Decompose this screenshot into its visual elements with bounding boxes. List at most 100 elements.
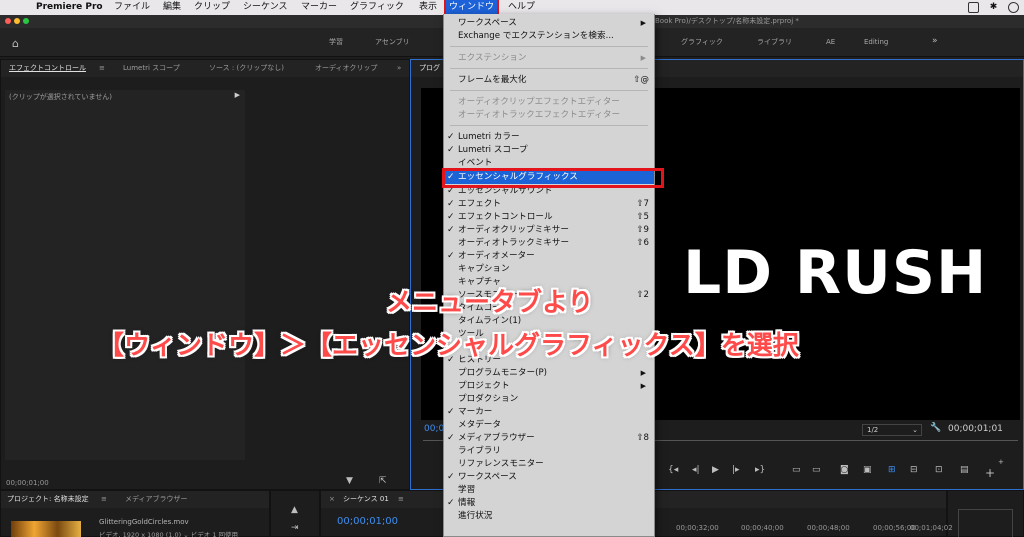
sequence-menu-icon[interactable]: ≡ — [398, 491, 404, 508]
macos-menubar: Premiere Pro ファイル 編集 クリップ シーケンス マーカー グラフ… — [0, 0, 1024, 17]
menu-file[interactable]: ファイル — [114, 0, 150, 15]
menu-help[interactable]: ヘルプ — [508, 0, 535, 15]
menu-item-reference-monitor[interactable]: リファレンスモニター — [444, 458, 654, 471]
menu-edit[interactable]: 編集 — [163, 0, 181, 15]
menu-item-project[interactable]: プロジェクト ▶ — [444, 380, 654, 393]
lift-icon[interactable]: ▭ — [792, 465, 801, 475]
submenu-arrow-icon: ▶ — [640, 369, 646, 377]
play-icon[interactable]: ▶ — [712, 465, 719, 475]
close-icon[interactable] — [5, 18, 11, 24]
export-icon[interactable]: ⇱ — [379, 476, 387, 486]
caption-line-1: メニュータブより — [386, 288, 594, 318]
extract-icon[interactable]: ▭ — [812, 465, 821, 475]
ruler-tick: 00;00;48;00 — [807, 524, 850, 532]
filter-icon[interactable]: ▼ — [346, 476, 353, 486]
tab-program[interactable]: プログ — [419, 60, 440, 77]
video-title-text: LD RUSH — [683, 238, 988, 308]
tab-sequence[interactable]: シーケンス 01 — [343, 491, 389, 508]
program-timecode-right: 00;00;01;01 — [948, 424, 1003, 434]
audio-meter-panel: 00;01;04;02 — [910, 490, 1024, 537]
menu-item-metadata[interactable]: メタデータ — [444, 419, 654, 432]
menu-separator — [450, 68, 648, 69]
toggle-proxies-icon[interactable]: ⊡ — [935, 465, 943, 475]
menu-item-libraries[interactable]: ライブラリ — [444, 445, 654, 458]
step-back-icon[interactable]: ◂| — [692, 465, 700, 475]
menu-separator — [450, 46, 648, 47]
menu-item-production[interactable]: プロダクション — [444, 393, 654, 406]
menu-item-progress[interactable]: 進行状況 — [444, 510, 654, 523]
airplay-icon[interactable] — [968, 2, 979, 13]
tab-effect-controls[interactable]: エフェクトコントロール — [9, 60, 86, 77]
mark-in-icon[interactable]: {◂ — [668, 465, 678, 475]
menu-item-audio-clip-mixer[interactable]: ✓ オーディオクリップミキサー ⇧9 — [444, 224, 654, 237]
step-forward-icon[interactable]: |▸ — [732, 465, 740, 475]
menu-marker[interactable]: マーカー — [301, 0, 337, 15]
menu-item-markers[interactable]: ✓ マーカー — [444, 406, 654, 419]
tab-project[interactable]: プロジェクト: 名称未設定 — [7, 491, 89, 508]
clip-name[interactable]: GlitteringGoldCircles.mov — [99, 518, 189, 526]
more-workspaces-icon[interactable]: » — [932, 36, 938, 46]
menu-item-media-browser[interactable]: ✓ メディアブラウザー ⇧8 — [444, 432, 654, 445]
effect-controls-body: (クリップが選択されていません) ▶ — [5, 90, 245, 460]
tab-lumetri-scopes[interactable]: Lumetri スコープ — [123, 60, 180, 77]
menu-item-learn[interactable]: 学習 — [444, 484, 654, 497]
add-button-icon[interactable]: + — [985, 466, 995, 480]
tab-audio-clip[interactable]: オーディオクリップ — [315, 60, 377, 77]
comparison-view-icon[interactable]: ▣ — [863, 465, 872, 475]
wrench-icon[interactable]: 🔧 — [930, 423, 941, 433]
resolution-select[interactable]: 1/2 ⌄ — [862, 424, 922, 436]
selection-tool-icon[interactable]: ▲ — [291, 505, 298, 515]
menu-view[interactable]: 表示 — [419, 0, 437, 15]
wifi-icon[interactable]: ✱ — [988, 2, 999, 13]
menu-item-maximize-frame[interactable]: フレームを最大化 ⇧@ — [444, 74, 654, 87]
workspace-libraries[interactable]: ライブラリ — [757, 28, 792, 57]
resolution-value: 1/2 — [867, 426, 879, 434]
zoom-icon[interactable] — [23, 18, 29, 24]
menu-item-info[interactable]: ✓ 情報 — [444, 497, 654, 510]
vr-view-icon[interactable]: ⊟ — [910, 465, 918, 475]
home-icon[interactable]: ⌂ — [12, 37, 19, 50]
track-select-tool-icon[interactable]: ⇥ — [291, 523, 299, 533]
go-to-out-icon[interactable]: ▸} — [755, 465, 765, 475]
menu-item-extensions: エクステンション ▶ — [458, 53, 646, 63]
menu-sequence[interactable]: シーケンス — [243, 0, 288, 15]
close-sequence-icon[interactable]: × — [329, 491, 335, 508]
expand-arrow-icon[interactable]: ▶ — [235, 91, 240, 99]
panel-overflow-icon[interactable]: » — [397, 60, 401, 77]
multicam-icon[interactable]: ▤ — [960, 465, 969, 475]
menu-graphics[interactable]: グラフィック — [350, 0, 404, 15]
window-title: Book Pro)/デスクトップ/名称未設定.prproj * — [655, 17, 799, 25]
clip-thumbnail[interactable] — [11, 521, 81, 537]
menu-item-captions[interactable]: キャプション — [444, 263, 654, 276]
tab-media-browser[interactable]: メディアブラウザー — [125, 491, 188, 508]
workspace-ae[interactable]: AE — [826, 28, 835, 57]
menu-item-workspaces-panel[interactable]: ✓ ワークスペース — [444, 471, 654, 484]
camera-icon[interactable]: ◙ — [840, 465, 849, 475]
menu-item-lumetri-color[interactable]: ✓ Lumetri カラー — [444, 131, 654, 144]
menu-item-lumetri-scopes[interactable]: ✓ Lumetri スコープ — [444, 144, 654, 157]
menu-item-program-monitor[interactable]: プログラムモニター(P) ▶ — [444, 367, 654, 380]
menu-item-audio-track-mixer[interactable]: オーディオトラックミキサー ⇧6 — [444, 237, 654, 250]
project-menu-icon[interactable]: ≡ — [101, 491, 107, 508]
workspace-graphics[interactable]: グラフィック — [681, 28, 723, 57]
menu-window[interactable]: ウィンドウ — [443, 0, 500, 17]
menu-item-effect-controls[interactable]: ✓ エフェクトコントロール ⇧5 — [444, 211, 654, 224]
menu-separator — [450, 90, 648, 91]
menu-item-effects[interactable]: ✓ エフェクト ⇧7 — [444, 198, 654, 211]
safe-margins-icon[interactable]: ⊞ — [888, 465, 896, 475]
app-name[interactable]: Premiere Pro — [36, 0, 103, 15]
workspace-assembly[interactable]: アセンブリ — [375, 28, 410, 57]
submenu-arrow-icon: ▶ — [640, 54, 646, 62]
control-center-icon[interactable] — [1008, 2, 1019, 13]
minimize-icon[interactable] — [14, 18, 20, 24]
add-button-plus-icon: + — [998, 458, 1004, 466]
menu-item-workspaces[interactable]: ワークスペース ▶ — [444, 17, 654, 30]
no-clip-message: (クリップが選択されていません) — [9, 93, 113, 101]
tab-source[interactable]: ソース : (クリップなし) — [209, 60, 284, 77]
menu-clip[interactable]: クリップ — [194, 0, 230, 15]
menu-item-audio-meters[interactable]: ✓ オーディオメーター — [444, 250, 654, 263]
workspace-editing[interactable]: Editing — [864, 28, 888, 57]
menu-item-exchange[interactable]: Exchange でエクステンションを検索... — [444, 30, 654, 43]
tab-panel-menu-icon[interactable]: ≡ — [99, 60, 105, 77]
workspace-learn[interactable]: 学習 — [329, 28, 343, 57]
